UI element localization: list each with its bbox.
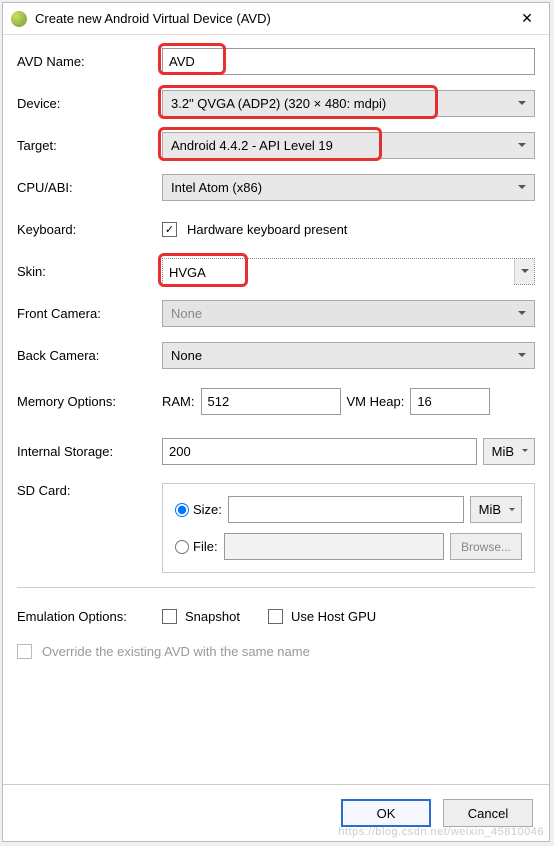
target-label: Target:: [17, 138, 162, 153]
window-title: Create new Android Virtual Device (AVD): [35, 11, 513, 26]
sdcard-size-input[interactable]: [228, 496, 464, 523]
override-checkbox: [17, 644, 32, 659]
skin-label: Skin:: [17, 264, 162, 279]
browse-button: Browse...: [450, 533, 522, 560]
skin-combo[interactable]: [162, 258, 535, 285]
snapshot-label: Snapshot: [185, 609, 240, 624]
sdcard-file-input: [224, 533, 444, 560]
internal-storage-label: Internal Storage:: [17, 444, 162, 459]
sdcard-size-radio[interactable]: [175, 503, 189, 517]
keyboard-label: Keyboard:: [17, 222, 162, 237]
device-label: Device:: [17, 96, 162, 111]
sdcard-file-radio[interactable]: [175, 540, 189, 554]
usehostgpu-label: Use Host GPU: [291, 609, 376, 624]
close-icon[interactable]: ✕: [513, 8, 541, 30]
memory-options-label: Memory Options:: [17, 394, 162, 409]
target-select[interactable]: Android 4.4.2 - API Level 19: [162, 132, 535, 159]
keyboard-check-label: Hardware keyboard present: [187, 222, 347, 237]
cancel-button[interactable]: Cancel: [443, 799, 533, 827]
avd-dialog: Create new Android Virtual Device (AVD) …: [2, 2, 550, 842]
internal-storage-unit[interactable]: MiB: [483, 438, 535, 465]
front-camera-label: Front Camera:: [17, 306, 162, 321]
usehostgpu-checkbox[interactable]: [268, 609, 283, 624]
cpu-select[interactable]: Intel Atom (x86): [162, 174, 535, 201]
keyboard-checkbox[interactable]: ✓: [162, 222, 177, 237]
device-select[interactable]: 3.2" QVGA (ADP2) (320 × 480: mdpi): [162, 90, 535, 117]
internal-storage-input[interactable]: [162, 438, 477, 465]
sdcard-label: SD Card:: [17, 483, 162, 498]
vmheap-label: VM Heap:: [347, 394, 405, 409]
emulation-options-label: Emulation Options:: [17, 609, 162, 624]
avd-name-label: AVD Name:: [17, 54, 162, 69]
back-camera-select[interactable]: None: [162, 342, 535, 369]
ok-button[interactable]: OK: [341, 799, 431, 827]
sdcard-group: Size: MiB File: Browse...: [162, 483, 535, 573]
watermark: https://blog.csdn.net/weixin_45810046: [338, 826, 544, 838]
android-icon: [11, 11, 27, 27]
front-camera-select[interactable]: None: [162, 300, 535, 327]
ram-input[interactable]: [201, 388, 341, 415]
avd-name-input[interactable]: [162, 48, 535, 75]
sdcard-size-label: Size:: [193, 502, 222, 517]
sdcard-file-label: File:: [193, 539, 218, 554]
back-camera-label: Back Camera:: [17, 348, 162, 363]
cpu-label: CPU/ABI:: [17, 180, 162, 195]
chevron-down-icon[interactable]: [514, 259, 534, 284]
vmheap-input[interactable]: [410, 388, 490, 415]
separator: [17, 587, 535, 588]
skin-input[interactable]: [163, 259, 514, 286]
titlebar: Create new Android Virtual Device (AVD) …: [3, 3, 549, 35]
ram-label: RAM:: [162, 394, 195, 409]
override-label: Override the existing AVD with the same …: [42, 644, 310, 659]
snapshot-checkbox[interactable]: [162, 609, 177, 624]
sdcard-size-unit[interactable]: MiB: [470, 496, 522, 523]
form-content: AVD Name: Device: 3.2" QVGA (ADP2) (320 …: [3, 35, 549, 784]
